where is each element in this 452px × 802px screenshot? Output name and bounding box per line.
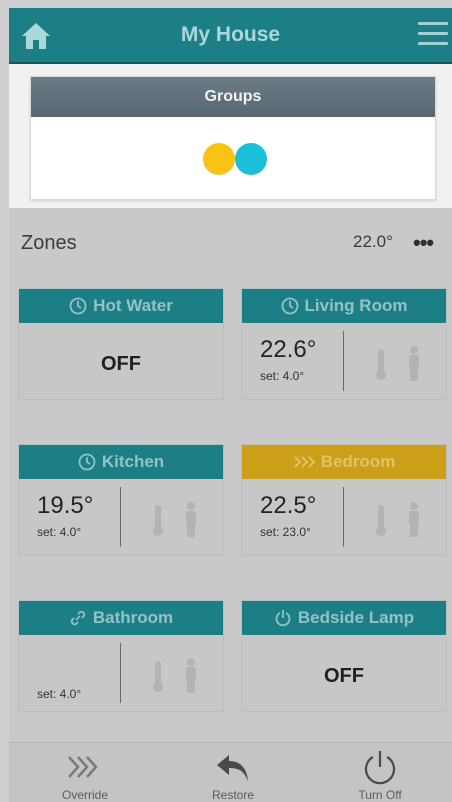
zone-status: OFF — [324, 665, 364, 687]
divider — [343, 487, 344, 547]
zone-card-hot-water[interactable]: Hot Water OFF — [18, 288, 224, 400]
group-dot-cyan — [235, 143, 267, 175]
more-options-icon[interactable]: ••• — [413, 230, 434, 256]
groups-title: Groups — [31, 77, 435, 117]
zone-temperature: 22.6° — [260, 336, 317, 363]
divider — [120, 487, 121, 547]
turn-off-label: Turn Off — [358, 788, 402, 802]
zone-card-living-room[interactable]: Living Room 22.6° set: 4.0° — [241, 288, 447, 400]
groups-card[interactable]: Groups — [30, 76, 436, 200]
group-dot-yellow — [203, 143, 235, 175]
boost-chevrons-icon — [293, 456, 315, 468]
zone-header: Bedside Lamp — [242, 601, 446, 635]
zone-header: Hot Water — [19, 289, 223, 323]
zone-setpoint: set: 4.0° — [260, 369, 305, 383]
group-color-dots — [201, 143, 271, 179]
thermometer-person-icon — [376, 346, 419, 381]
zone-header: Kitchen — [19, 445, 223, 479]
thermometer-person-icon — [153, 658, 196, 693]
divider — [343, 331, 344, 391]
zone-header: Living Room — [242, 289, 446, 323]
restore-label: Restore — [211, 788, 255, 802]
zone-name: Bedroom — [320, 452, 396, 471]
clock-icon — [281, 297, 298, 315]
groups-section: Groups — [9, 64, 452, 208]
page-title: My House — [180, 23, 281, 46]
zones-temperature: 22.0° — [353, 232, 393, 251]
thermometer-person-icon — [153, 502, 196, 537]
override-chevrons-icon — [68, 756, 98, 778]
restore-button[interactable]: Restore — [183, 743, 283, 802]
override-label: Override — [61, 788, 108, 802]
thermometer-person-icon — [376, 502, 419, 537]
zone-setpoint: set: 4.0° — [37, 525, 82, 539]
zones-title: Zones — [21, 232, 77, 254]
zone-temperature: 22.5° — [260, 492, 317, 519]
zone-card-bedroom[interactable]: Bedroom 22.5° set: 23.0° — [241, 444, 447, 556]
zone-header: Bedroom — [242, 445, 446, 479]
zone-status: OFF — [101, 353, 141, 375]
home-icon[interactable] — [19, 20, 53, 52]
zone-card-bathroom[interactable]: Bathroom set: 4.0° — [18, 600, 224, 712]
zone-name: Bathroom — [92, 608, 174, 627]
zone-name: Living Room — [304, 296, 408, 315]
power-icon — [275, 610, 291, 627]
undo-arrow-icon — [217, 755, 248, 781]
zone-name: Hot Water — [93, 296, 173, 315]
override-button[interactable]: Override — [35, 743, 135, 802]
zone-card-kitchen[interactable]: Kitchen 19.5° set: 4.0° — [18, 444, 224, 556]
link-icon — [70, 610, 86, 626]
zone-header: Bathroom — [19, 601, 223, 635]
zone-name: Kitchen — [101, 452, 165, 471]
zone-card-bedside-lamp[interactable]: Bedside Lamp OFF — [241, 600, 447, 712]
clock-icon — [78, 453, 96, 471]
zone-setpoint: set: 4.0° — [37, 687, 82, 701]
zone-name: Bedside Lamp — [297, 608, 415, 627]
power-icon — [364, 751, 396, 785]
hamburger-menu-icon[interactable] — [418, 22, 448, 48]
app-header: My House — [9, 8, 452, 64]
divider — [120, 643, 121, 703]
turn-off-button[interactable]: Turn Off — [330, 743, 430, 802]
zone-setpoint: set: 23.0° — [260, 525, 311, 539]
clock-icon — [69, 297, 87, 315]
zones-section: Zones 22.0° ••• Hot Water OFF Living Roo… — [9, 208, 452, 742]
bottom-action-bar: Override Restore Turn Off — [9, 742, 452, 802]
zone-temperature: 19.5° — [37, 492, 94, 519]
